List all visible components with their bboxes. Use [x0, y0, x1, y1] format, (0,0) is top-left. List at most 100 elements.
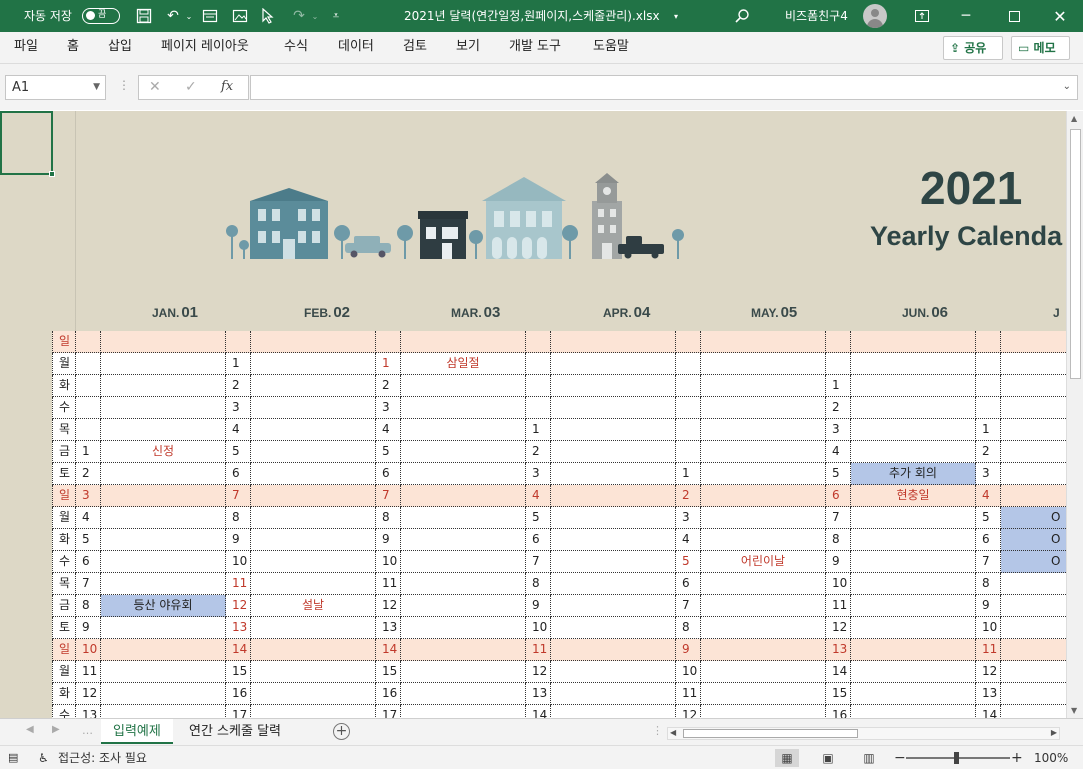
search-icon[interactable]	[732, 6, 752, 26]
tab-scroll-left-icon[interactable]: ◀	[26, 724, 34, 735]
date-cell-mar[interactable]: 5	[376, 441, 401, 463]
date-cell-jun[interactable]: 10	[826, 573, 851, 595]
zoom-slider[interactable]	[906, 752, 1010, 764]
scroll-up-icon[interactable]: ▲	[1071, 114, 1077, 123]
event-cell-apr[interactable]	[551, 683, 676, 705]
date-cell-may[interactable]	[676, 331, 701, 353]
date-cell-apr[interactable]: 14	[526, 705, 551, 718]
event-cell-mar[interactable]	[401, 463, 526, 485]
date-cell-jan[interactable]: 8	[76, 595, 101, 617]
date-cell-apr[interactable]: 6	[526, 529, 551, 551]
weekday-cell[interactable]: 목	[52, 573, 76, 595]
date-cell-may[interactable]: 7	[676, 595, 701, 617]
add-sheet-icon[interactable]: +	[333, 723, 350, 740]
event-cell-jan[interactable]	[101, 463, 226, 485]
event-cell-may[interactable]	[701, 353, 826, 375]
event-cell-jan[interactable]	[101, 485, 226, 507]
date-cell-feb[interactable]: 13	[226, 617, 251, 639]
date-cell-jan[interactable]: 4	[76, 507, 101, 529]
date-cell-may[interactable]: 2	[676, 485, 701, 507]
date-cell-jun[interactable]: 1	[826, 375, 851, 397]
event-cell-apr[interactable]	[551, 419, 676, 441]
event-cell-jul[interactable]	[1001, 639, 1066, 661]
event-cell-may[interactable]	[701, 617, 826, 639]
date-cell-jun[interactable]	[826, 353, 851, 375]
date-cell-apr[interactable]: 9	[526, 595, 551, 617]
date-cell-jul[interactable]: 12	[976, 661, 1001, 683]
event-cell-jan[interactable]	[101, 573, 226, 595]
expand-formula-icon[interactable]: ⌄	[1063, 81, 1071, 92]
tab-more-icon[interactable]: …	[82, 724, 93, 737]
event-cell-jan[interactable]	[101, 331, 226, 353]
weekday-cell[interactable]: 화	[52, 683, 76, 705]
weekday-cell[interactable]: 토	[52, 463, 76, 485]
event-cell-jan[interactable]: 등산 야유회	[101, 595, 226, 617]
close-icon[interactable]: ✕	[1050, 6, 1070, 26]
weekday-cell[interactable]: 월	[52, 353, 76, 375]
date-cell-jul[interactable]: 1	[976, 419, 1001, 441]
weekday-cell[interactable]: 수	[52, 397, 76, 419]
event-cell-feb[interactable]	[251, 441, 376, 463]
event-cell-jul[interactable]	[1001, 617, 1066, 639]
event-cell-jul[interactable]: O	[1001, 507, 1066, 529]
date-cell-mar[interactable]: 10	[376, 551, 401, 573]
vertical-scrollbar[interactable]: ▲ ▼	[1066, 111, 1083, 718]
event-cell-jul[interactable]	[1001, 397, 1066, 419]
date-cell-jul[interactable]: 6	[976, 529, 1001, 551]
date-cell-jul[interactable]	[976, 353, 1001, 375]
event-cell-jun[interactable]	[851, 507, 976, 529]
menu-view[interactable]: 보기	[456, 32, 480, 64]
event-cell-may[interactable]	[701, 331, 826, 353]
event-cell-feb[interactable]	[251, 507, 376, 529]
date-cell-may[interactable]	[676, 375, 701, 397]
date-cell-feb[interactable]: 3	[226, 397, 251, 419]
date-cell-mar[interactable]: 8	[376, 507, 401, 529]
date-cell-jul[interactable]: 8	[976, 573, 1001, 595]
event-cell-may[interactable]	[701, 595, 826, 617]
fill-handle[interactable]	[49, 171, 55, 177]
zoom-level[interactable]: 100%	[1034, 746, 1068, 770]
event-cell-may[interactable]	[701, 463, 826, 485]
event-cell-apr[interactable]	[551, 485, 676, 507]
menu-formulas[interactable]: 수식	[284, 32, 308, 64]
date-cell-jul[interactable]	[976, 375, 1001, 397]
date-cell-jun[interactable]: 16	[826, 705, 851, 718]
date-cell-apr[interactable]: 1	[526, 419, 551, 441]
date-cell-feb[interactable]: 5	[226, 441, 251, 463]
event-cell-jul[interactable]	[1001, 419, 1066, 441]
tab-scroll-right-icon[interactable]: ▶	[52, 724, 60, 735]
date-cell-jun[interactable]: 3	[826, 419, 851, 441]
event-cell-mar[interactable]	[401, 375, 526, 397]
event-cell-feb[interactable]	[251, 331, 376, 353]
date-cell-apr[interactable]: 5	[526, 507, 551, 529]
event-cell-feb[interactable]	[251, 353, 376, 375]
event-cell-apr[interactable]	[551, 595, 676, 617]
date-cell-jul[interactable]: 11	[976, 639, 1001, 661]
event-cell-apr[interactable]	[551, 551, 676, 573]
date-cell-jul[interactable]: 9	[976, 595, 1001, 617]
event-cell-jun[interactable]	[851, 705, 976, 718]
event-cell-mar[interactable]	[401, 705, 526, 718]
event-cell-feb[interactable]	[251, 617, 376, 639]
date-cell-jan[interactable]: 1	[76, 441, 101, 463]
date-cell-feb[interactable]: 10	[226, 551, 251, 573]
date-cell-feb[interactable]: 15	[226, 661, 251, 683]
date-cell-feb[interactable]: 8	[226, 507, 251, 529]
date-cell-jun[interactable]: 13	[826, 639, 851, 661]
ribbon-display-icon[interactable]	[912, 6, 932, 26]
event-cell-may[interactable]	[701, 375, 826, 397]
menu-insert[interactable]: 삽입	[108, 32, 132, 64]
date-cell-may[interactable]: 3	[676, 507, 701, 529]
event-cell-mar[interactable]	[401, 397, 526, 419]
event-cell-feb[interactable]	[251, 683, 376, 705]
date-cell-apr[interactable]	[526, 331, 551, 353]
event-cell-may[interactable]	[701, 419, 826, 441]
date-cell-mar[interactable]: 12	[376, 595, 401, 617]
date-cell-feb[interactable]: 9	[226, 529, 251, 551]
event-cell-apr[interactable]	[551, 639, 676, 661]
date-cell-jun[interactable]: 2	[826, 397, 851, 419]
date-cell-jan[interactable]	[76, 375, 101, 397]
menu-home[interactable]: 홈	[67, 32, 79, 64]
event-cell-jan[interactable]	[101, 507, 226, 529]
date-cell-jun[interactable]: 11	[826, 595, 851, 617]
